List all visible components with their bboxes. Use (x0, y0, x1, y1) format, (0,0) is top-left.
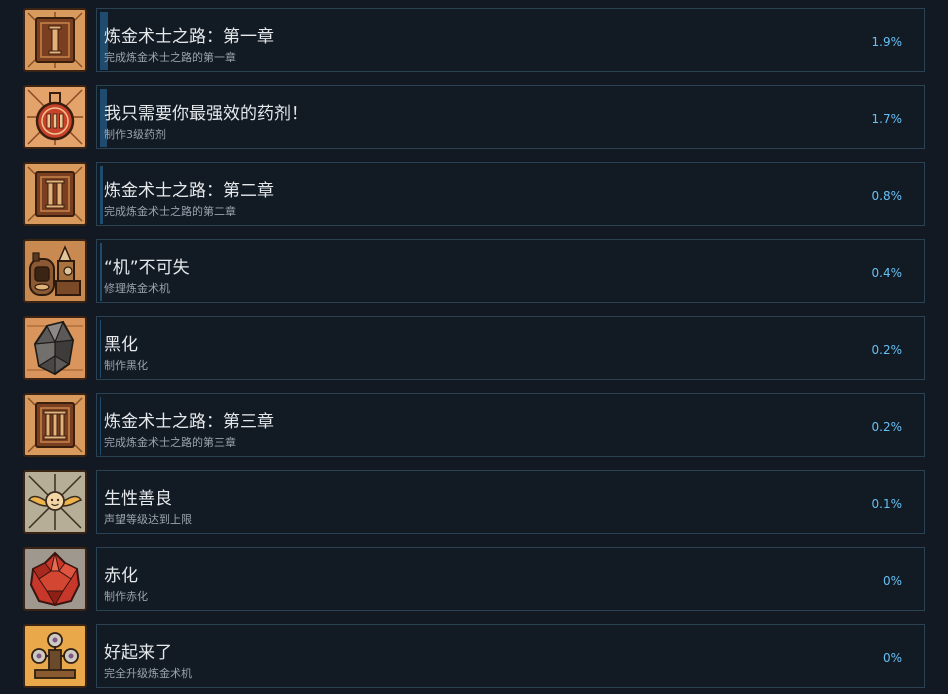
achievement-row[interactable]: 炼金术士之路：第二章 完成炼金术士之路的第二章 0.8% (0, 162, 948, 228)
progress-bar (100, 397, 101, 455)
achievement-description: 完全升级炼金术机 (104, 667, 192, 680)
achievement-title: 好起来了 (104, 643, 172, 663)
achievement-panel: 赤化 制作赤化 0% (96, 547, 925, 611)
achievement-description: 完成炼金术士之路的第三章 (104, 436, 236, 449)
achievement-title: 我只需要你最强效的药剂！ (104, 104, 308, 124)
achievement-panel: 黑化 制作黑化 0.2% (96, 316, 925, 380)
achievement-row[interactable]: 我只需要你最强效的药剂！ 制作3级药剂 1.7% (0, 85, 948, 151)
achievement-panel: 生性善良 声望等级达到上限 0.1% (96, 470, 925, 534)
winged-angel-icon (23, 470, 87, 534)
unlock-percent: 0.2% (871, 420, 903, 434)
progress-bar (100, 243, 102, 301)
achievement-panel: 我只需要你最强效的药剂！ 制作3级药剂 1.7% (96, 85, 925, 149)
red-crystal-icon (23, 547, 87, 611)
book-roman-two-icon (23, 162, 87, 226)
potion-flask-three-icon (23, 85, 87, 149)
achievement-row[interactable]: 生性善良 声望等级达到上限 0.1% (0, 470, 948, 536)
achievement-list: 炼金术士之路：第一章 完成炼金术士之路的第一章 1.9% 我只需要你最强效的药剂… (0, 0, 948, 694)
unlock-percent: 0.1% (871, 497, 903, 511)
progress-bar (100, 166, 103, 224)
achievement-panel: 好起来了 完全升级炼金术机 0% (96, 624, 925, 688)
achievement-description: 完成炼金术士之路的第一章 (104, 51, 236, 64)
achievement-panel: “机”不可失 修理炼金术机 0.4% (96, 239, 925, 303)
book-roman-one-icon (23, 8, 87, 72)
unlock-percent: 0% (882, 651, 902, 665)
achievement-description: 制作赤化 (104, 590, 148, 603)
achievement-title: 赤化 (104, 566, 138, 586)
achievement-row[interactable]: “机”不可失 修理炼金术机 0.4% (0, 239, 948, 305)
achievement-row[interactable]: 好起来了 完全升级炼金术机 0% (0, 624, 948, 690)
unlock-percent: 0% (882, 574, 902, 588)
achievement-panel: 炼金术士之路：第一章 完成炼金术士之路的第一章 1.9% (96, 8, 925, 72)
achievement-title: “机”不可失 (104, 258, 190, 278)
unlock-percent: 0.8% (871, 189, 903, 203)
achievement-row[interactable]: 黑化 制作黑化 0.2% (0, 316, 948, 382)
achievement-title: 炼金术士之路：第一章 (104, 27, 274, 47)
achievement-description: 制作3级药剂 (104, 128, 166, 141)
alchemy-machine-icon (23, 239, 87, 303)
unlock-percent: 1.7% (871, 112, 903, 126)
black-crystal-icon (23, 316, 87, 380)
achievement-row[interactable]: 赤化 制作赤化 0% (0, 547, 948, 613)
achievement-panel: 炼金术士之路：第三章 完成炼金术士之路的第三章 0.2% (96, 393, 925, 457)
achievement-title: 黑化 (104, 335, 138, 355)
unlock-percent: 0.2% (871, 343, 903, 357)
achievement-description: 制作黑化 (104, 359, 148, 372)
unlock-percent: 1.9% (871, 35, 903, 49)
achievement-title: 炼金术士之路：第三章 (104, 412, 274, 432)
unlock-percent: 0.4% (871, 266, 903, 280)
achievement-row[interactable]: 炼金术士之路：第三章 完成炼金术士之路的第三章 0.2% (0, 393, 948, 459)
achievement-description: 声望等级达到上限 (104, 513, 192, 526)
achievement-panel: 炼金术士之路：第二章 完成炼金术士之路的第二章 0.8% (96, 162, 925, 226)
achievement-title: 生性善良 (104, 489, 172, 509)
achievement-title: 炼金术士之路：第二章 (104, 181, 274, 201)
book-roman-three-icon (23, 393, 87, 457)
achievement-description: 完成炼金术士之路的第二章 (104, 205, 236, 218)
achievement-row[interactable]: 炼金术士之路：第一章 完成炼金术士之路的第一章 1.9% (0, 8, 948, 74)
achievement-description: 修理炼金术机 (104, 282, 170, 295)
progress-bar (100, 320, 101, 378)
upgraded-machine-icon (23, 624, 87, 688)
